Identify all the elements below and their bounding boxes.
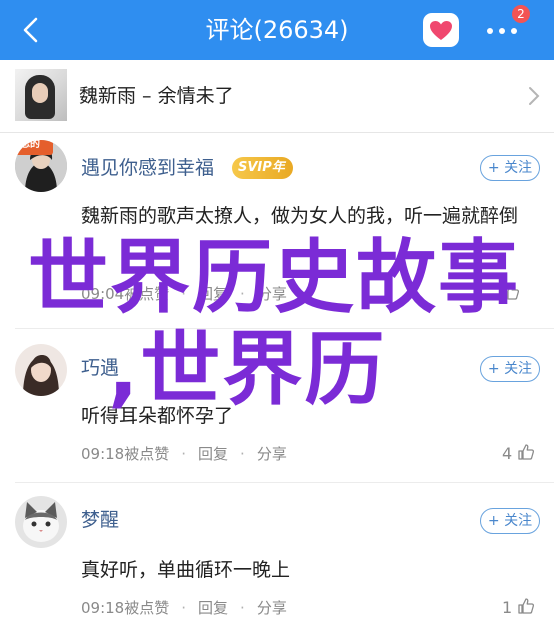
chevron-right-icon <box>526 85 542 107</box>
follow-button[interactable]: + 关注 <box>480 508 540 534</box>
share-button[interactable]: 分享 <box>257 597 287 619</box>
notification-badge: 2 <box>512 5 530 23</box>
song-title: 魏新雨 – 余情未了 <box>79 85 234 107</box>
svip-badge: SVIP年 <box>232 157 293 179</box>
top-bar: 评论(26634) 2 <box>0 0 554 60</box>
reply-button[interactable]: 回复 <box>198 443 228 465</box>
follow-button[interactable]: + 关注 <box>480 356 540 382</box>
album-cover <box>15 69 67 121</box>
like-button[interactable]: 1 <box>502 597 535 619</box>
heart-icon[interactable] <box>423 13 459 47</box>
watermark-line-1: 世界历史故事 <box>28 231 520 324</box>
comment-text: 真好听，单曲循环一晚上 <box>81 559 291 581</box>
comment-meta: 09:18被点赞 · 回复 · 分享 <box>81 597 287 619</box>
share-button[interactable]: 分享 <box>257 443 287 465</box>
comment-meta: 09:18被点赞 · 回复 · 分享 <box>81 443 287 465</box>
comment-username[interactable]: 梦醒 <box>81 506 119 534</box>
comment-like-label: 被点赞 <box>124 599 170 617</box>
reply-button[interactable]: 回复 <box>198 597 228 619</box>
divider <box>15 482 554 483</box>
avatar-badge: 遗忘的 <box>10 139 40 150</box>
thumb-up-icon[interactable] <box>517 597 535 615</box>
page-title: 评论(26634) <box>205 16 349 44</box>
follow-button[interactable]: + 关注 <box>480 155 540 181</box>
song-bar[interactable]: 魏新雨 – 余情未了 <box>0 60 554 133</box>
like-count: 1 <box>502 598 513 617</box>
comment-item: 梦醒 + 关注 真好听，单曲循环一晚上 09:18被点赞 · 回复 · 分享 1 <box>0 496 554 628</box>
comment-like-label: 被点赞 <box>124 445 170 463</box>
like-button[interactable]: 4 <box>502 443 535 465</box>
thumb-up-icon[interactable] <box>517 443 535 461</box>
avatar[interactable] <box>15 344 67 396</box>
avatar[interactable] <box>15 496 67 548</box>
comment-username[interactable]: 遇见你感到幸福 <box>81 154 214 182</box>
comment-time: 09:18 <box>81 599 125 617</box>
like-count: 4 <box>502 444 513 463</box>
watermark-line-2: ,世界历 <box>108 323 387 416</box>
comment-time: 09:18 <box>81 445 125 463</box>
